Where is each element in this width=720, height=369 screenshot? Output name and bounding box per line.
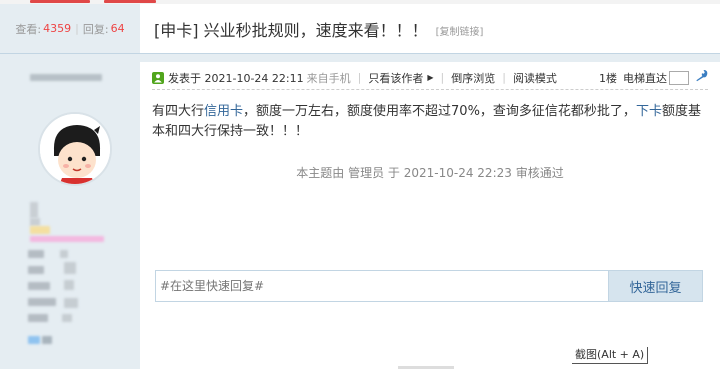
online-status-icon — [152, 71, 164, 84]
user-badge-blurred — [30, 226, 50, 234]
stats-divider: | — [75, 22, 79, 35]
caret-right-icon: ▶ — [427, 73, 434, 82]
title-divider — [140, 54, 720, 62]
views-count: 4359 — [43, 22, 72, 35]
user-info-blurred — [28, 298, 56, 306]
copy-link[interactable]: [复制链接] — [436, 23, 484, 38]
user-info-blurred — [28, 314, 48, 322]
user-info-blurred — [64, 298, 78, 308]
top-red-tab[interactable] — [30, 0, 90, 3]
keyword-link-xiaka[interactable]: 下卡 — [636, 104, 662, 119]
wrench-icon[interactable] — [695, 69, 708, 86]
post-time: 发表于 2021-10-24 22:11 — [168, 71, 304, 85]
user-medal-blurred — [42, 336, 52, 344]
user-info-blurred — [28, 282, 50, 290]
avatar[interactable] — [38, 112, 112, 186]
keyword-link-credit-card[interactable]: 信用卡 — [204, 104, 243, 119]
meta-divider: | — [502, 71, 506, 84]
user-stat-blurred — [30, 202, 38, 218]
top-red-tab[interactable] — [104, 0, 156, 3]
user-info-blurred — [64, 280, 74, 290]
read-mode-link[interactable]: 阅读模式 — [513, 70, 557, 86]
quick-reply-input[interactable] — [156, 271, 608, 301]
floor-nav: 1楼 电梯直达 — [599, 69, 708, 86]
quick-reply-box: 快速回复 — [155, 270, 703, 302]
user-info-blurred — [62, 314, 72, 322]
reverse-browse-link[interactable]: 倒序浏览 — [451, 70, 495, 86]
thread-title[interactable]: [申卡] 兴业秒批规则，速度来看！！！ — [154, 17, 428, 41]
post-content: 有四大行信用卡，额度一万左右，额度使用率不超过70%，查询多征信花都秒批了，下卡… — [152, 102, 708, 142]
audit-notice: 本主题由 管理员 于 2021-10-24 22:23 审核通过 — [296, 166, 564, 180]
user-info-blurred — [60, 250, 68, 258]
floor-jump-input[interactable] — [669, 70, 689, 85]
quick-reply-button[interactable]: 快速回复 — [608, 271, 702, 301]
views-label: 查看: — [15, 22, 42, 36]
post-text: ，额度一万左右，额度使用率不超过70%，查询多征信花都秒批了， — [243, 104, 636, 119]
post-text: 有四大行 — [152, 104, 205, 119]
post-meta: 发表于 2021-10-24 22:11 来自手机 | 只看该作者 ▶ | 倒序… — [152, 66, 708, 90]
screenshot-tooltip: 截图(Alt + A) — [572, 347, 649, 364]
thread-title-bar: [申卡] 兴业秒批规则，速度来看！！！ [复制链接] — [140, 4, 720, 54]
replies-count: 64 — [110, 22, 125, 35]
post-source: 来自手机 — [306, 71, 351, 85]
user-info-blurred — [28, 250, 44, 258]
replies-label: 回复: — [82, 22, 109, 36]
meta-divider: | — [440, 71, 445, 84]
meta-divider: | — [357, 71, 362, 84]
user-info-blurred — [28, 266, 44, 274]
thread-stats: 查看: 4359 | 回复: 64 — [0, 4, 140, 54]
user-medal-blurred — [28, 336, 40, 344]
elevator-label: 电梯直达 — [623, 71, 667, 85]
only-author-link[interactable]: 只看该作者 — [368, 70, 423, 86]
user-stat-blurred — [30, 218, 40, 226]
author-name-blurred[interactable] — [30, 74, 102, 81]
floor-number: 1楼 — [599, 71, 617, 85]
user-badge-blurred — [30, 236, 104, 242]
user-info-blurred — [64, 262, 76, 274]
